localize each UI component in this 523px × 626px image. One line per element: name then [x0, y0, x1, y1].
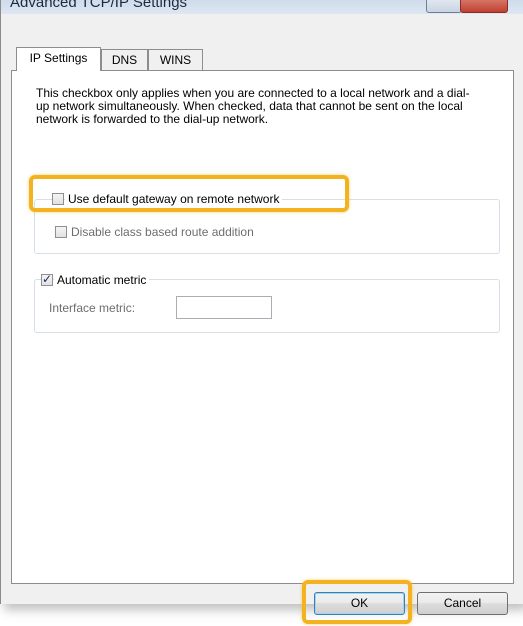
interface-metric-input[interactable]: [176, 296, 272, 319]
minimize-button[interactable]: [426, 0, 462, 13]
tab-dns-label: DNS: [111, 53, 138, 67]
tab-wins[interactable]: WINS: [148, 49, 203, 71]
disable-class-route-label[interactable]: Disable class based route addition: [68, 225, 257, 239]
highlight-gateway-option: [29, 175, 349, 212]
cancel-button-label: Cancel: [443, 596, 482, 610]
tab-ip-settings[interactable]: IP Settings: [16, 47, 101, 71]
automatic-metric-label[interactable]: Automatic metric: [54, 273, 150, 287]
tab-wins-label: WINS: [159, 53, 192, 67]
automatic-metric-checkbox[interactable]: [41, 272, 53, 286]
title-bar[interactable]: Advanced TCP/IP Settings: [1, 0, 523, 14]
tab-dns[interactable]: DNS: [101, 49, 148, 71]
cancel-button[interactable]: Cancel: [417, 592, 508, 615]
description-text: This checkbox only applies when you are …: [36, 86, 470, 126]
highlight-ok-button: [302, 580, 412, 624]
close-button[interactable]: [460, 0, 508, 13]
disable-class-route-checkbox[interactable]: [55, 226, 67, 238]
window-title: Advanced TCP/IP Settings: [10, 0, 188, 11]
interface-metric-label: Interface metric:: [49, 301, 136, 315]
ip-settings-panel: This checkbox only applies when you are …: [11, 70, 514, 584]
tab-ip-settings-label: IP Settings: [29, 51, 88, 65]
dialog-window: Advanced TCP/IP Settings IP Settings DNS…: [0, 0, 523, 615]
